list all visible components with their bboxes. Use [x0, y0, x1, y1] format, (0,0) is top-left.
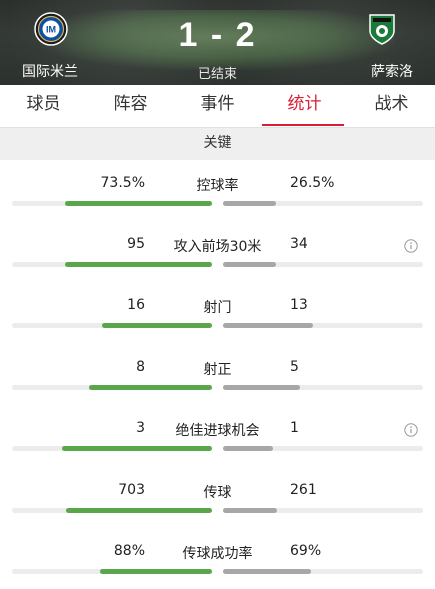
- home-bar-fill: [66, 508, 212, 513]
- away-bar-fill: [223, 201, 276, 206]
- stat-row-possession: 73.5% 控球率 26.5%: [0, 175, 435, 237]
- stat-label: 控球率: [196, 178, 239, 194]
- home-bar-fill: [62, 446, 212, 451]
- tab-bar: 球员 阵容 事件 统计 战术: [0, 85, 435, 128]
- home-bar-track: [12, 262, 212, 267]
- home-bar-track: [12, 508, 212, 513]
- stat-label: 传球成功率: [182, 546, 253, 562]
- home-bar-fill: [89, 385, 212, 390]
- stat-row-passes: 703 传球 261: [0, 482, 435, 544]
- home-bar-track: [12, 323, 212, 328]
- tab-tactics[interactable]: 战术: [348, 85, 435, 127]
- home-bar-fill: [64, 262, 212, 267]
- away-bar-track: [223, 446, 423, 451]
- stat-away-value: 26.5%: [290, 175, 335, 191]
- stat-row-pass-accuracy: 88% 传球成功率 69%: [0, 543, 435, 589]
- away-bar-fill: [223, 508, 278, 513]
- tab-stats[interactable]: 统计: [261, 85, 348, 127]
- home-bar-track: [12, 446, 212, 451]
- stat-row-big-chances: 3 绝佳进球机会 1: [0, 420, 435, 482]
- match-status: 已结束: [197, 67, 237, 82]
- stat-row-shots-on-target: 8 射正 5: [0, 359, 435, 421]
- away-bar-track: [223, 569, 423, 574]
- stat-row-shots: 16 射门 13: [0, 297, 435, 359]
- stat-away-value: 261: [290, 482, 317, 498]
- match-header: IM 国际米兰 萨索洛 1 - 2 已结束: [0, 0, 435, 85]
- away-bar-track: [223, 508, 423, 513]
- stat-label: 绝佳进球机会: [175, 423, 260, 439]
- away-bar-track: [223, 323, 423, 328]
- info-icon[interactable]: [404, 423, 418, 437]
- match-score: 1 - 2: [178, 16, 257, 54]
- stat-row-final-third-entries: 95 攻入前场30米 34: [0, 236, 435, 298]
- home-bar-track: [12, 385, 212, 390]
- stat-away-value: 13: [290, 297, 308, 313]
- stat-label: 传球: [203, 485, 232, 501]
- stat-label: 射正: [203, 362, 232, 378]
- tab-events[interactable]: 事件: [174, 85, 261, 127]
- tab-lineup[interactable]: 阵容: [87, 85, 174, 127]
- stat-away-value: 69%: [290, 543, 322, 559]
- away-bar-fill: [223, 385, 300, 390]
- home-bar-fill: [65, 201, 212, 206]
- home-bar-track: [12, 201, 212, 206]
- away-bar-track: [223, 385, 423, 390]
- home-bar-fill: [101, 323, 212, 328]
- active-tab-indicator: [262, 124, 344, 126]
- away-bar-fill: [223, 262, 276, 267]
- stat-label: 攻入前场30米: [173, 239, 262, 255]
- stat-label: 射门: [203, 300, 232, 316]
- section-header-key: 关键: [0, 128, 435, 160]
- home-bar-fill: [100, 569, 212, 574]
- away-bar-track: [223, 201, 423, 206]
- stat-away-value: 34: [290, 236, 308, 252]
- away-bar-fill: [223, 446, 273, 451]
- tab-players[interactable]: 球员: [0, 85, 87, 127]
- stat-away-value: 1: [290, 420, 299, 436]
- away-bar-fill: [223, 323, 313, 328]
- info-icon[interactable]: [404, 239, 418, 253]
- away-bar-track: [223, 262, 423, 267]
- stat-away-value: 5: [290, 359, 299, 375]
- home-bar-track: [12, 569, 212, 574]
- away-bar-fill: [223, 569, 311, 574]
